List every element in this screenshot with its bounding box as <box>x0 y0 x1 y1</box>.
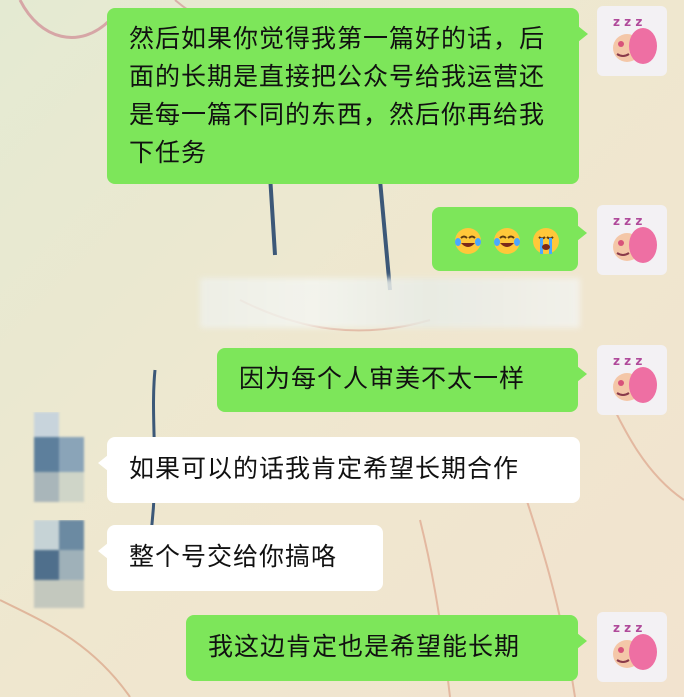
self-avatar[interactable]: z z z <box>597 6 667 76</box>
sleeping-pink-character-avatar-icon: z z z <box>613 214 657 263</box>
message-text: 然后如果你觉得我第一篇好的话，后面的长期是直接把公众号给我运营还是每一篇不同的东… <box>129 24 546 167</box>
sleeping-pink-character-avatar-icon: z z z <box>613 354 657 403</box>
sleeping-pink-character-avatar-icon: z z z <box>613 621 657 670</box>
contact-avatar[interactable] <box>24 520 94 610</box>
message-bubble-sent[interactable]: 然后如果你觉得我第一篇好的话，后面的长期是直接把公众号给我运营还是每一篇不同的东… <box>107 8 588 184</box>
message-text: 因为每个人审美不太一样 <box>239 364 526 393</box>
pixelated-avatar <box>24 520 94 610</box>
message-text: 如果可以的话我肯定希望长期合作 <box>129 454 520 483</box>
pixelated-avatar <box>24 412 94 504</box>
message-text: 整个号交给你搞咯 <box>129 542 338 571</box>
svg-text:z z z: z z z <box>613 214 642 228</box>
self-avatar[interactable]: z z z <box>597 612 667 682</box>
message-bubble-sent[interactable]: 因为每个人审美不太一样 <box>217 348 587 412</box>
redacted-strip <box>200 278 580 328</box>
message-bubble-received[interactable]: 如果可以的话我肯定希望长期合作 <box>98 437 580 503</box>
crying-laughing-emoji-icon <box>455 228 481 254</box>
svg-text:z z z: z z z <box>613 354 642 368</box>
loudly-crying-emoji-icon <box>532 228 559 254</box>
message-bubble-received[interactable]: 整个号交给你搞咯 <box>98 525 383 591</box>
crying-laughing-emoji-icon <box>493 228 520 254</box>
self-avatar[interactable]: z z z <box>597 205 667 275</box>
sleeping-pink-character-avatar-icon: z z z <box>613 15 657 64</box>
svg-text:z z z: z z z <box>613 621 642 635</box>
self-avatar[interactable]: z z z <box>597 345 667 415</box>
message-bubble-sent[interactable]: 我这边肯定也是希望能长期 <box>186 615 587 681</box>
svg-text:z z z: z z z <box>613 15 642 29</box>
contact-avatar[interactable] <box>24 412 94 504</box>
message-bubble-sent[interactable] <box>432 207 587 271</box>
message-text: 我这边肯定也是希望能长期 <box>208 632 521 661</box>
